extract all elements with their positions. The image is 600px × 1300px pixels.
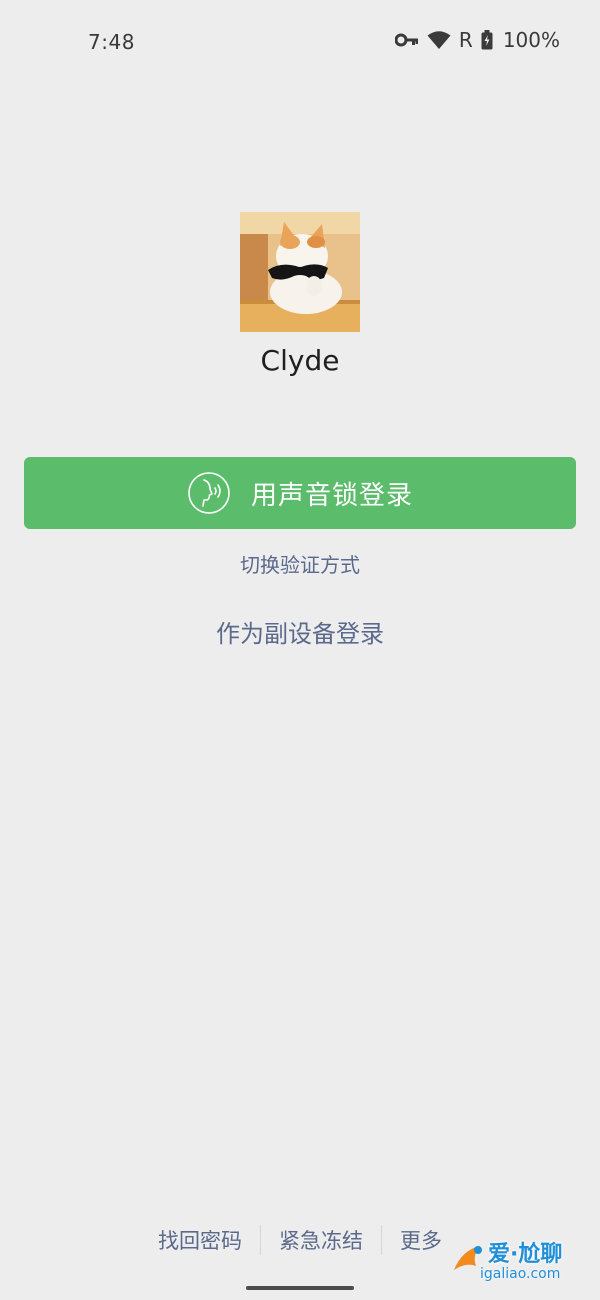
roaming-indicator: R xyxy=(458,28,473,52)
vpn-key-icon xyxy=(394,32,419,48)
avatar xyxy=(240,212,360,332)
status-icons: R 100% xyxy=(394,28,560,52)
bottom-links: 找回密码 紧急冻结 更多 xyxy=(140,1222,460,1258)
more-link[interactable]: 更多 xyxy=(382,1225,460,1255)
voice-lock-login-label: 用声音锁登录 xyxy=(250,480,413,511)
status-time: 7:48 xyxy=(88,30,135,54)
battery-percent: 100% xyxy=(502,28,560,52)
status-bar: 7:48 R 100% xyxy=(0,0,600,84)
emergency-freeze-link[interactable]: 紧急冻结 xyxy=(261,1225,381,1255)
watermark-url: igaliao.com xyxy=(480,1266,561,1282)
wifi-icon xyxy=(427,30,451,50)
voice-print-icon xyxy=(187,471,231,515)
login-screen: 7:48 R 100% Clyde 用声音锁登录 切换验证方式 作为副设备登录 … xyxy=(0,0,600,1300)
sub-device-login-link[interactable]: 作为副设备登录 xyxy=(0,614,600,649)
gesture-nav-handle[interactable] xyxy=(246,1286,354,1290)
recover-password-link[interactable]: 找回密码 xyxy=(140,1225,260,1255)
watermark-title: 爱·尬聊 xyxy=(488,1242,563,1267)
battery-icon xyxy=(481,30,493,50)
voice-lock-login-button[interactable]: 用声音锁登录 xyxy=(24,457,576,529)
switch-verification-link[interactable]: 切换验证方式 xyxy=(0,549,600,578)
watermark-logo: 爱·尬聊 igaliao.com xyxy=(450,1236,600,1300)
username: Clyde xyxy=(260,344,340,377)
